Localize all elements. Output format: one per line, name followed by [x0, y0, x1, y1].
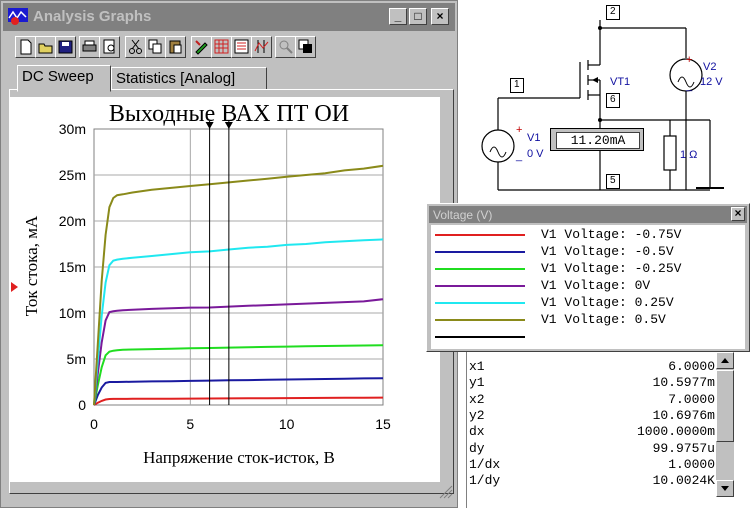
- legend-label: V1 Voltage: -0.5V: [541, 244, 674, 259]
- x-tick-label: 0: [90, 416, 98, 432]
- readout-key: dy: [469, 440, 485, 456]
- v2-name-label: V2: [703, 61, 717, 73]
- chart-title: Выходные ВАХ ПТ ОИ: [109, 101, 349, 127]
- v1-name-label: V1: [527, 132, 541, 144]
- y-axis-label: Ток стока, мА: [22, 215, 41, 316]
- legend-item[interactable]: V1 Voltage: 0.25V: [431, 294, 745, 312]
- node-1-label: 1: [510, 78, 524, 93]
- y-tick-label: 5m: [67, 351, 86, 367]
- readout-value: 1.0000: [668, 456, 715, 472]
- legend-swatch: [435, 336, 525, 338]
- readout-value: 99.9757u: [652, 440, 715, 456]
- scroll-down-arrow-icon[interactable]: [716, 480, 734, 497]
- legend-label: V1 Voltage: 0.5V: [541, 312, 666, 327]
- readout-key: 1/dy: [469, 473, 501, 489]
- series-line[interactable]: [93, 396, 384, 406]
- legend-item[interactable]: V1 Voltage: -0.25V: [431, 260, 745, 278]
- v1-minus-sign: _: [516, 150, 523, 162]
- readout-value: 6.0000: [668, 359, 715, 374]
- x-axis-label: Напряжение сток-исток, В: [143, 448, 335, 467]
- schematic-diagram: [481, 20, 724, 191]
- readout-row: dx 1000.0000m: [469, 424, 715, 440]
- readout-value: 7.0000: [668, 391, 715, 407]
- legend-label: V1 Voltage: 0.25V: [541, 295, 674, 310]
- tab-dc-sweep[interactable]: DC Sweep: [17, 65, 111, 92]
- v1-plus-sign: +: [516, 124, 523, 136]
- readout-row: dy 99.9757u: [469, 441, 715, 457]
- readout-row: y1 10.5977m: [469, 375, 715, 391]
- legend-item[interactable]: [431, 328, 745, 346]
- resistor-value-label: 1 Ω: [680, 149, 698, 161]
- readout-row: 1/dy 10.0024K: [469, 473, 715, 489]
- v2-value-label: 12 V: [700, 76, 723, 88]
- readout-row: x1 6.0000: [469, 359, 715, 375]
- scroll-thumb[interactable]: [716, 370, 734, 442]
- legend-window: Voltage (V) × V1 Voltage: -0.75V V1 Volta…: [426, 203, 750, 352]
- readout-value: 10.5977m: [652, 375, 715, 391]
- v1-value-label: 0 V: [527, 148, 544, 160]
- node-5-label: 5: [606, 174, 620, 189]
- legend-item[interactable]: V1 Voltage: -0.75V: [431, 226, 745, 244]
- x-tick-label: 5: [186, 416, 194, 432]
- legend-label: V1 Voltage: -0.25V: [541, 261, 682, 276]
- y-tick-label: 10m: [59, 305, 86, 321]
- readout-value: 1000.0000m: [636, 424, 715, 440]
- ammeter-display[interactable]: 11.20mA: [550, 128, 644, 151]
- readout-value: 10.0024K: [652, 473, 715, 489]
- legend-swatch: [435, 319, 525, 321]
- selected-trace-marker: [11, 282, 18, 292]
- x-tick-label: 15: [375, 416, 391, 432]
- readout-key: x1: [469, 359, 485, 374]
- legend-item[interactable]: V1 Voltage: -0.5V: [431, 243, 745, 261]
- y-tick-label: 20m: [59, 213, 86, 229]
- x-tick-label: 10: [279, 416, 295, 432]
- series-line[interactable]: [93, 298, 384, 406]
- y-tick-label: 30m: [59, 121, 86, 137]
- readout-scrollbar[interactable]: [716, 352, 734, 497]
- legend-label: V1 Voltage: -0.75V: [541, 227, 682, 242]
- cursor-readout-panel: x1 6.0000 y1 10.5977m x2 7.0000 y2 10.6976m dx 10…: [466, 352, 750, 508]
- legend-title: Voltage (V): [433, 208, 493, 222]
- legend-swatch: [435, 285, 525, 287]
- legend-close-button[interactable]: ×: [731, 207, 745, 221]
- y-tick-label: 15m: [59, 259, 86, 275]
- resize-grip-icon[interactable]: [437, 483, 453, 499]
- readout-value: 10.6976m: [652, 407, 715, 423]
- legend-swatch: [435, 302, 525, 304]
- readout-key: y1: [469, 375, 485, 391]
- vt1-label: VT1: [610, 76, 631, 88]
- series-line[interactable]: [93, 344, 384, 406]
- readout-key: 1/dx: [469, 456, 501, 472]
- legend-swatch: [435, 234, 525, 236]
- readout-key: y2: [469, 407, 485, 423]
- legend-title-bar[interactable]: Voltage (V) ×: [429, 206, 747, 223]
- ammeter-readout: 11.20mA: [556, 132, 640, 149]
- readout-row: y2 10.6976m: [469, 408, 715, 424]
- v2-plus-sign: +: [686, 54, 693, 66]
- series-line[interactable]: [93, 377, 384, 406]
- v2-minus-sign: _: [686, 80, 693, 92]
- readout-key: x2: [469, 391, 485, 407]
- legend-swatch: [435, 268, 525, 270]
- readout-row: 1/dx 1.0000: [469, 457, 715, 473]
- series-line[interactable]: [93, 164, 384, 406]
- legend-item[interactable]: V1 Voltage: 0.5V: [431, 311, 745, 329]
- legend-swatch: [435, 251, 525, 253]
- legend-list: V1 Voltage: -0.75V V1 Voltage: -0.5V V1 Vo…: [431, 225, 745, 349]
- legend-label: V1 Voltage: 0V: [541, 278, 651, 293]
- node-6-label: 6: [606, 93, 620, 108]
- readout-row: x2 7.0000: [469, 392, 715, 408]
- y-tick-label: 25m: [59, 167, 86, 183]
- scroll-up-arrow-icon[interactable]: [716, 352, 734, 369]
- node-2-label: 2: [606, 5, 620, 20]
- y-tick-label: 0: [78, 397, 86, 413]
- readout-key: dx: [469, 424, 485, 440]
- analysis-graphs-window: Analysis Graphs _ □ × DC Sweep Statistic…: [0, 0, 458, 508]
- legend-item[interactable]: V1 Voltage: 0V: [431, 277, 745, 295]
